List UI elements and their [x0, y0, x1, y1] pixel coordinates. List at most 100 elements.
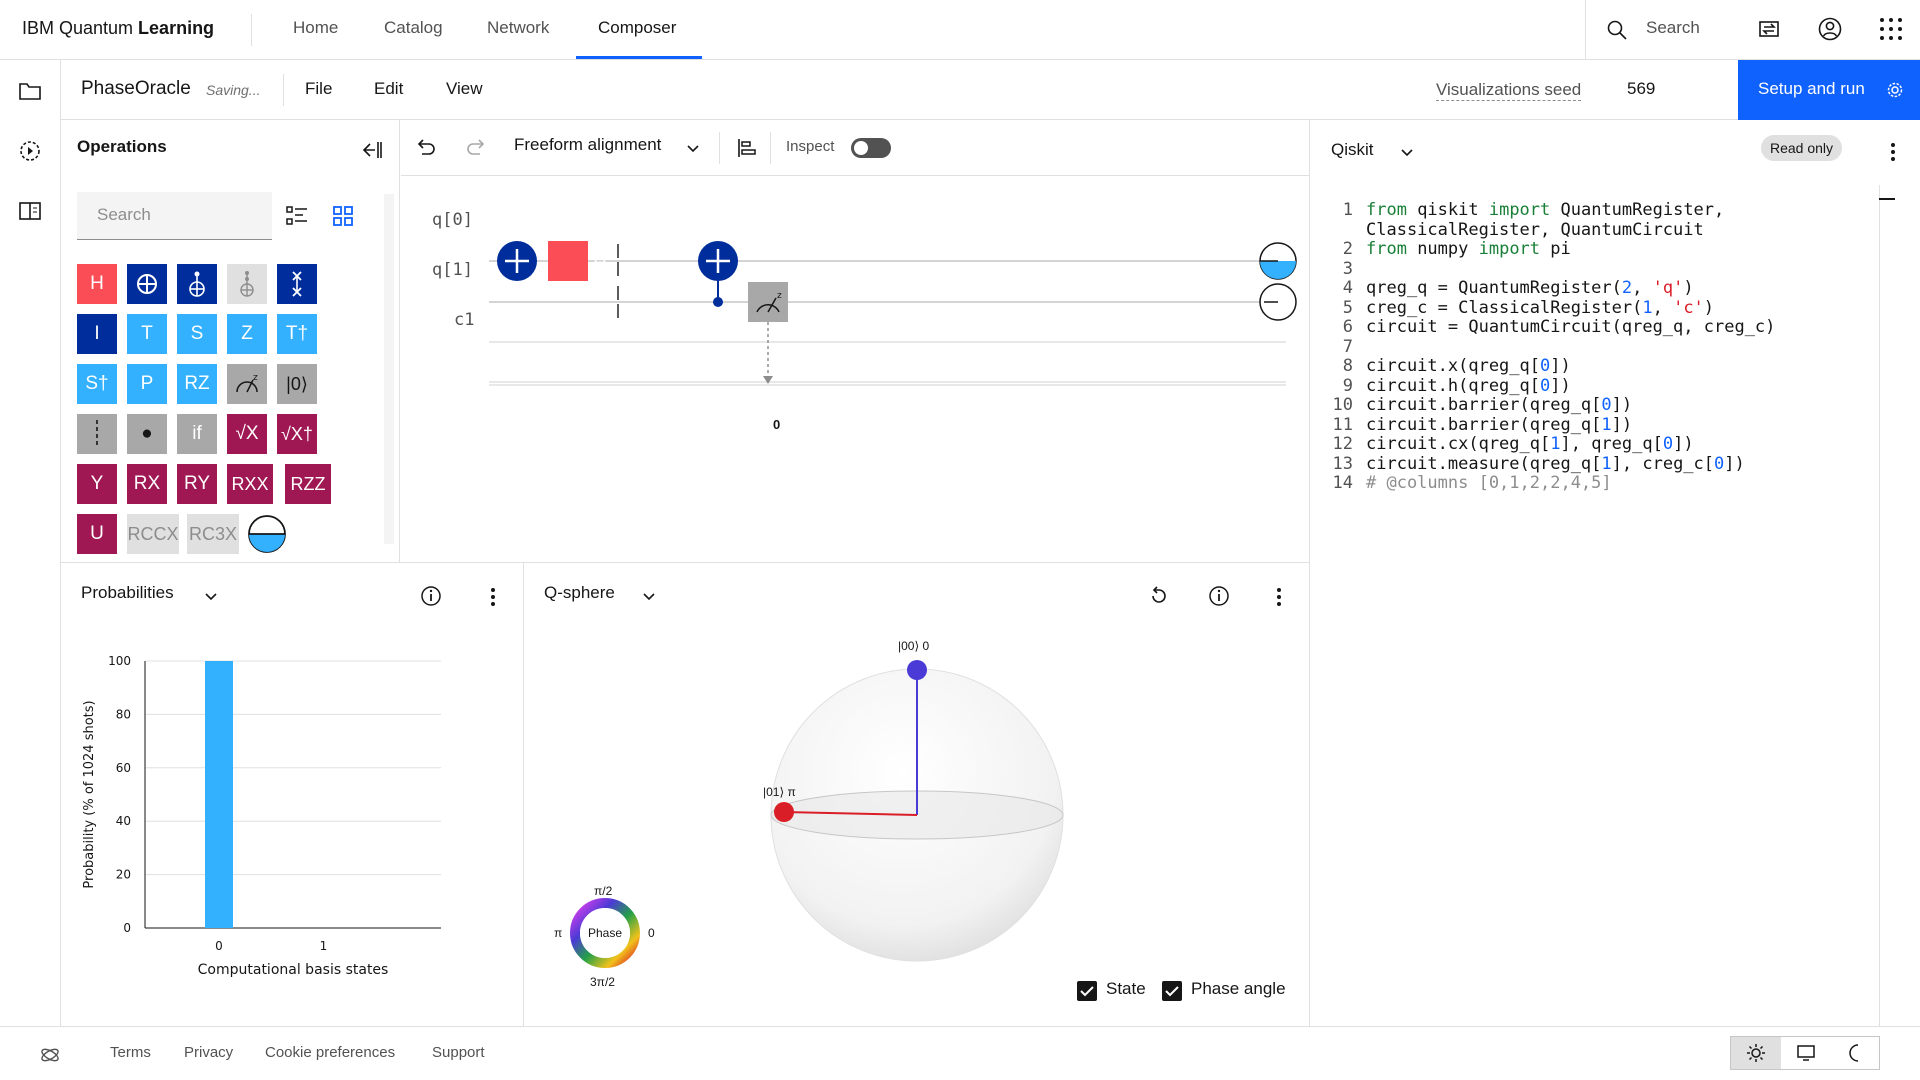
- operations-search-input[interactable]: Search: [77, 192, 272, 240]
- measure-gate-q1[interactable]: z: [748, 282, 788, 384]
- gate-z[interactable]: Z: [227, 314, 267, 354]
- info-icon[interactable]: [1208, 585, 1230, 607]
- grid-view-icon[interactable]: [331, 204, 355, 228]
- gate-t[interactable]: T: [127, 314, 167, 354]
- measure-bit-label: 0: [773, 417, 781, 432]
- nav-composer[interactable]: Composer: [576, 0, 702, 59]
- ops-scrollbar[interactable]: [384, 194, 394, 544]
- app-switcher-icon[interactable]: [1878, 16, 1904, 42]
- footer-privacy-link[interactable]: Privacy: [184, 1044, 233, 1061]
- theme-dark-button[interactable]: [1831, 1037, 1879, 1069]
- state-point-01[interactable]: [774, 802, 794, 822]
- gate-rc3x[interactable]: RC3X: [187, 514, 239, 554]
- gate-t[interactable]: T†: [277, 314, 317, 354]
- gate-i[interactable]: I: [77, 314, 117, 354]
- visualizations-seed-label[interactable]: Visualizations seed: [1436, 80, 1582, 101]
- theme-system-button[interactable]: [1781, 1037, 1831, 1069]
- qubit-state-indicator[interactable]: [1259, 242, 1297, 280]
- chevron-down-icon[interactable]: [1399, 144, 1415, 160]
- brand-logo[interactable]: IBM Quantum Learning: [22, 0, 214, 59]
- undo-icon[interactable]: [414, 136, 436, 158]
- code-line[interactable]: 14 # @columns [0,1,2,2,4,5]: [1311, 473, 1612, 497]
- moon-icon: [1849, 1044, 1859, 1062]
- state-checkbox[interactable]: [1077, 981, 1097, 1001]
- gate-rz[interactable]: RZ: [177, 364, 217, 404]
- switch-account-icon[interactable]: [1756, 16, 1782, 42]
- gate-swap[interactable]: [277, 264, 317, 304]
- setup-and-run-button[interactable]: Setup and run: [1738, 60, 1920, 120]
- folder-icon[interactable]: [17, 78, 43, 104]
- chevron-down-icon[interactable]: [203, 588, 219, 604]
- phase-angle-checkbox-label[interactable]: Phase angle: [1191, 979, 1286, 999]
- gate-x[interactable]: √X†: [277, 414, 317, 454]
- gate-rccx[interactable]: RCCX: [127, 514, 179, 554]
- gate-measure-z[interactable]: z: [227, 364, 267, 404]
- gate-label: RC3X: [188, 523, 237, 544]
- gate-y[interactable]: Y: [77, 464, 117, 504]
- chevron-down-icon[interactable]: [641, 588, 657, 604]
- gate-rx[interactable]: RX: [127, 464, 167, 504]
- bar-0: [205, 661, 233, 928]
- nav-home[interactable]: Home: [293, 0, 338, 59]
- scroll-thumb[interactable]: [1879, 198, 1895, 200]
- overflow-menu-icon[interactable]: [1881, 140, 1905, 164]
- footer-terms-link[interactable]: Terms: [110, 1044, 151, 1061]
- redo-icon[interactable]: [466, 136, 488, 158]
- gate-s[interactable]: S: [177, 314, 217, 354]
- file-name[interactable]: PhaseOracle: [81, 78, 191, 100]
- alignment-dropdown[interactable]: Freeform alignment: [514, 135, 661, 155]
- reset-view-icon[interactable]: [1148, 585, 1170, 607]
- gate-[interactable]: [127, 264, 167, 304]
- menu-view[interactable]: View: [446, 79, 483, 99]
- gate-ry[interactable]: RY: [177, 464, 217, 504]
- gate-u[interactable]: U: [77, 514, 117, 554]
- x-gate-q0[interactable]: [497, 241, 537, 281]
- menu-file[interactable]: File: [305, 79, 332, 99]
- overflow-menu-icon[interactable]: [1267, 585, 1291, 609]
- gate-state[interactable]: [247, 514, 287, 554]
- phase-angle-checkbox[interactable]: [1162, 981, 1182, 1001]
- qsphere-panel: Q-sphere |00⟩ 0 |01⟩ π Phase π/2 π 0 3π/…: [524, 562, 1310, 1026]
- align-left-icon[interactable]: [735, 136, 759, 160]
- gate-if[interactable]: if: [177, 414, 217, 454]
- info-icon[interactable]: [420, 585, 442, 607]
- cx-gate[interactable]: [698, 241, 738, 307]
- qubit-state-indicator[interactable]: [1259, 283, 1297, 321]
- gate-[interactable]: ●: [127, 414, 167, 454]
- qsphere-visual[interactable]: [524, 623, 1309, 1023]
- nav-network[interactable]: Network: [487, 0, 549, 59]
- nav-catalog[interactable]: Catalog: [384, 0, 443, 59]
- qsphere-title[interactable]: Q-sphere: [544, 583, 615, 603]
- gate-rxx[interactable]: RXX: [227, 464, 273, 504]
- gate-s[interactable]: S†: [77, 364, 117, 404]
- gate-cx[interactable]: [177, 264, 217, 304]
- state-checkbox-label[interactable]: State: [1106, 979, 1146, 999]
- theme-light-button[interactable]: [1731, 1037, 1781, 1069]
- footer-cookie-link[interactable]: Cookie preferences: [265, 1044, 395, 1061]
- footer-support-link[interactable]: Support: [432, 1044, 485, 1061]
- gate-p[interactable]: P: [127, 364, 167, 404]
- gate-x[interactable]: √X: [227, 414, 267, 454]
- gate-ccx[interactable]: [227, 264, 267, 304]
- chevron-down-icon[interactable]: [685, 140, 701, 156]
- user-avatar-icon[interactable]: [1817, 16, 1843, 42]
- code-language-dropdown[interactable]: Qiskit: [1331, 140, 1374, 160]
- state-point-00[interactable]: [907, 660, 927, 680]
- gate-0[interactable]: |0⟩: [277, 364, 317, 404]
- circuit-canvas[interactable]: z: [401, 176, 1309, 476]
- history-icon[interactable]: [17, 138, 43, 164]
- gate-rzz[interactable]: RZZ: [285, 464, 331, 504]
- collapse-panel-icon[interactable]: [360, 138, 384, 162]
- header-search[interactable]: Search: [1585, 0, 1738, 59]
- gate-h[interactable]: H: [77, 264, 117, 304]
- probabilities-title[interactable]: Probabilities: [81, 583, 174, 603]
- menu-edit[interactable]: Edit: [374, 79, 403, 99]
- docs-panel-icon[interactable]: [17, 198, 43, 224]
- list-view-icon[interactable]: [285, 204, 309, 228]
- code-scrollbar[interactable]: [1879, 185, 1880, 1057]
- inspect-toggle[interactable]: [850, 137, 892, 159]
- overflow-menu-icon[interactable]: [481, 585, 505, 609]
- y-tick-label: 40: [116, 814, 131, 828]
- visualizations-seed-value[interactable]: 569: [1627, 79, 1655, 99]
- gate-barrier[interactable]: [77, 414, 117, 454]
